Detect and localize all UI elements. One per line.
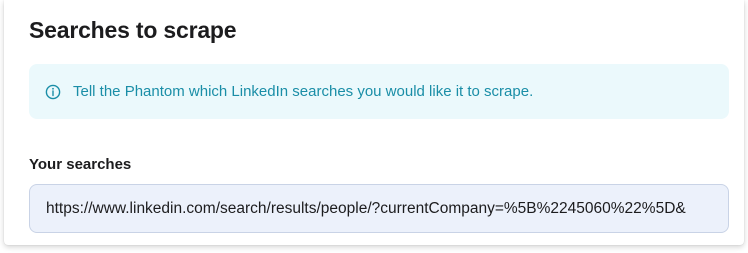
info-banner-text: Tell the Phantom which LinkedIn searches… [73,83,534,100]
searches-field-label: Your searches [29,156,132,173]
searches-card: Searches to scrape Tell the Phantom whic… [4,0,744,245]
info-icon [45,84,61,100]
section-title: Searches to scrape [29,17,237,43]
info-banner: Tell the Phantom which LinkedIn searches… [29,64,729,119]
searches-input[interactable] [29,184,729,233]
